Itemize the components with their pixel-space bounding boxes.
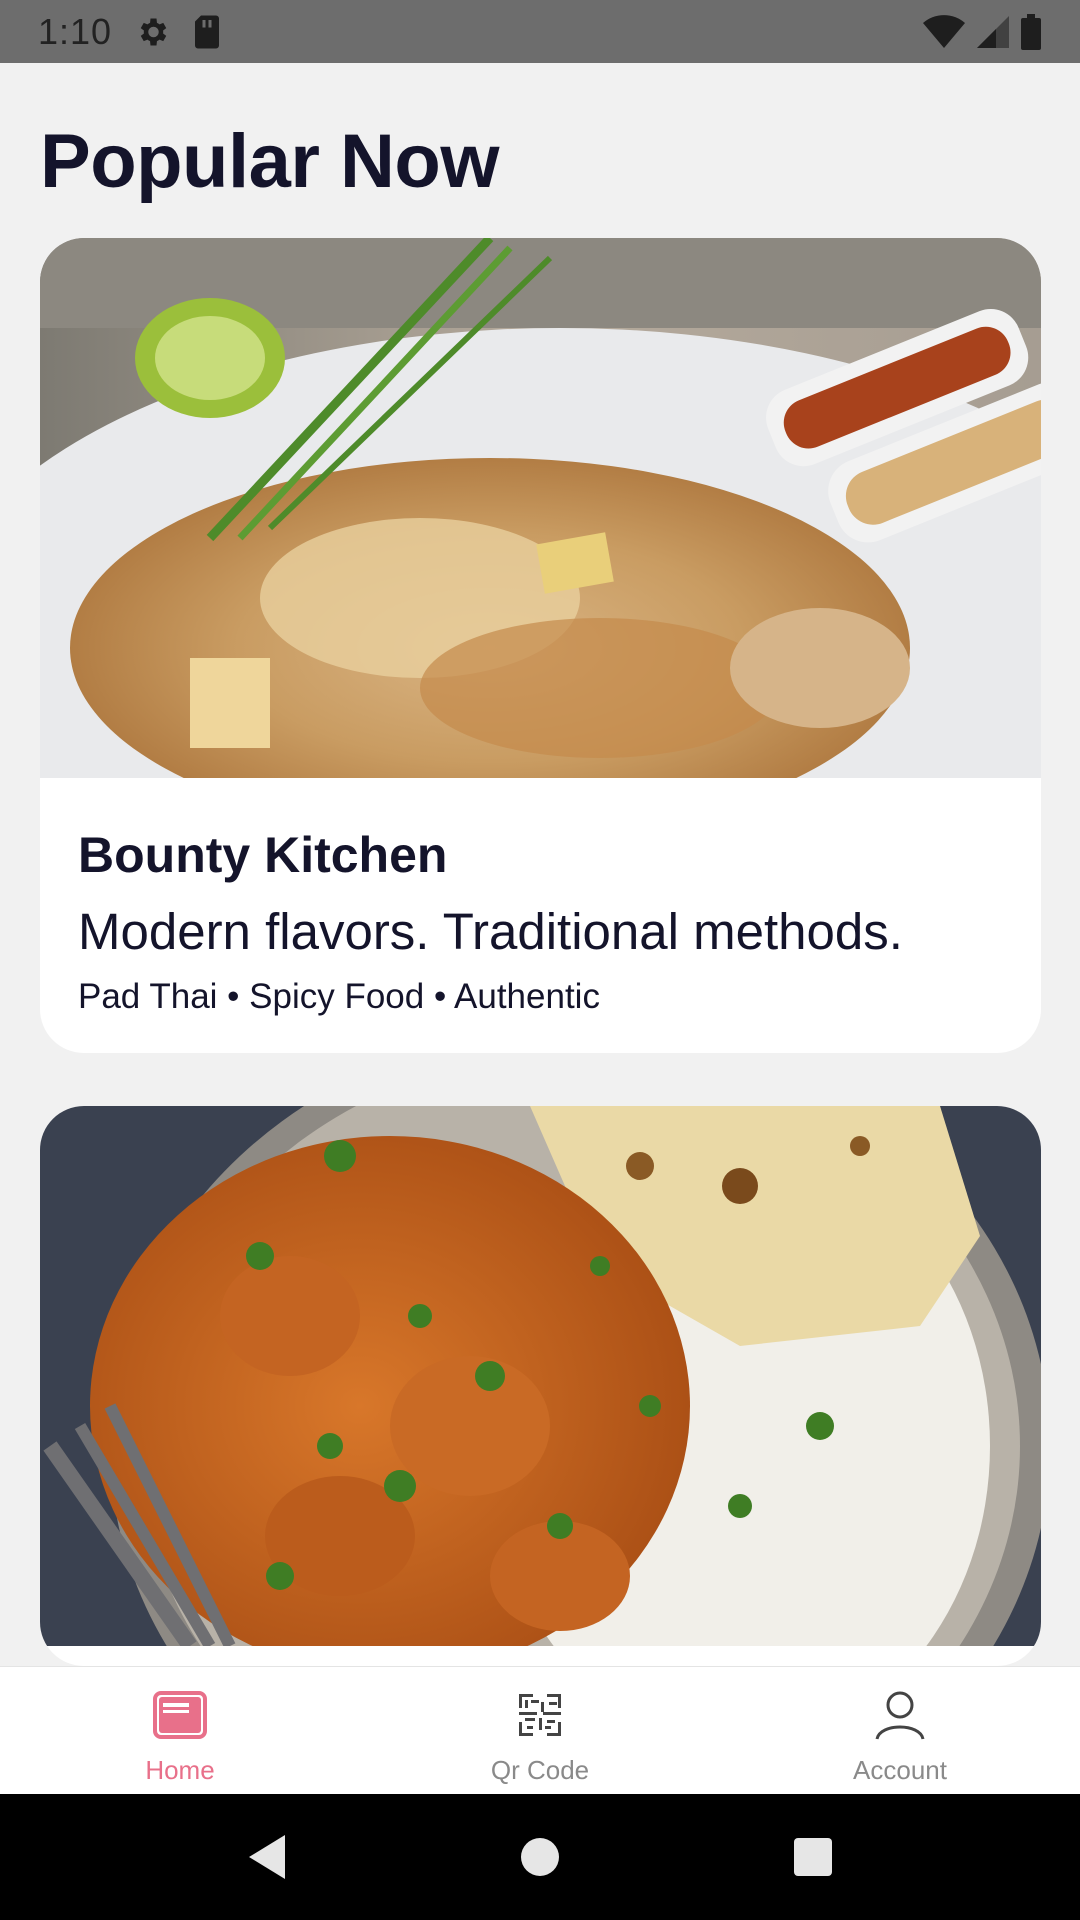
- nav-label-qr-code: Qr Code: [490, 1755, 590, 1785]
- restaurant-tags: Pad Thai • Spicy Food • Authentic: [78, 977, 600, 1016]
- screen: 1:10 Popular Now Bounty Kitchen Modern f…: [0, 0, 1080, 1920]
- sd-card-icon: [192, 14, 222, 50]
- home-card-icon: [152, 1687, 208, 1743]
- restaurant-card[interactable]: Bounty Kitchen Modern flavors. Tradition…: [40, 238, 1041, 1053]
- pad-thai-photo: [40, 238, 1041, 778]
- home-icon[interactable]: [500, 1817, 580, 1897]
- nav-item-home[interactable]: Home: [0, 1667, 360, 1794]
- status-bar-left: 1:10: [38, 11, 222, 53]
- wifi-icon: [922, 14, 966, 49]
- card-body: Bounty Kitchen Modern flavors. Tradition…: [40, 778, 1041, 1017]
- qr-code-icon: [512, 1687, 568, 1743]
- system-navigation-bar: [0, 1794, 1080, 1920]
- settings-icon: [134, 14, 170, 50]
- status-bar: 1:10: [0, 0, 1080, 63]
- status-time: 1:10: [38, 10, 113, 52]
- status-bar-right: [922, 13, 1042, 50]
- account-icon: [872, 1687, 928, 1743]
- nav-item-account[interactable]: Account: [720, 1667, 1080, 1794]
- nav-label-account: Account: [853, 1755, 947, 1785]
- restaurant-name: Bounty Kitchen: [78, 827, 448, 883]
- recents-icon[interactable]: [773, 1817, 853, 1897]
- nav-label-home: Home: [145, 1755, 215, 1785]
- nav-item-qr-code[interactable]: Qr Code: [360, 1667, 720, 1794]
- page-title: Popular Now: [40, 119, 499, 204]
- back-icon[interactable]: [227, 1817, 307, 1897]
- butter-chicken-rice-naan-photo: [40, 1106, 1041, 1646]
- bottom-navigation: Home Qr Code Account: [0, 1666, 1080, 1794]
- cell-signal-icon: [976, 15, 1010, 49]
- restaurant-tagline: Modern flavors. Traditional methods.: [78, 903, 903, 960]
- restaurant-card[interactable]: [40, 1106, 1041, 1666]
- battery-icon: [1020, 13, 1042, 50]
